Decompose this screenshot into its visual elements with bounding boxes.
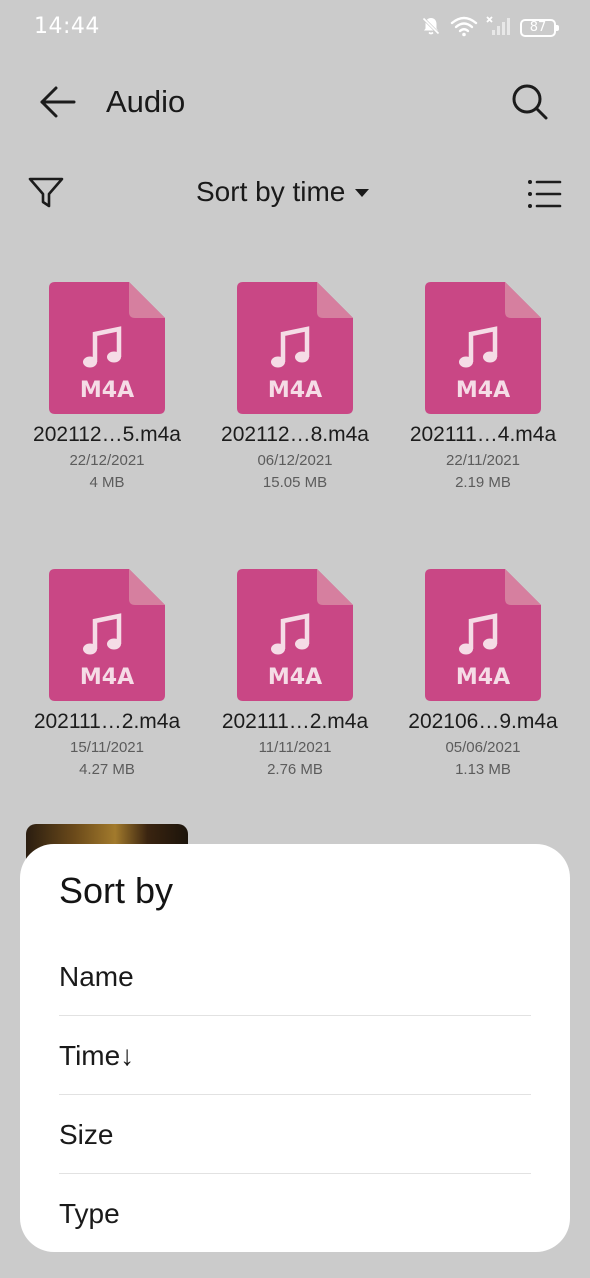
- sort-option-label: Time↓: [59, 1039, 135, 1071]
- file-size: 4.27 MB: [79, 761, 135, 778]
- m4a-file-icon: M4A: [237, 282, 353, 414]
- app-bar: Audio: [0, 70, 590, 134]
- sort-option-time[interactable]: Time↓: [59, 1016, 531, 1095]
- m4a-file-icon: M4A: [49, 282, 165, 414]
- caret-down-icon: [355, 189, 370, 197]
- back-button[interactable]: [36, 80, 80, 124]
- page-title: Audio: [106, 84, 186, 119]
- arrow-left-icon: [40, 86, 76, 118]
- file-date: 11/11/2021: [258, 739, 332, 756]
- file-name: 202111…4.m4a: [409, 423, 557, 446]
- sort-option-size[interactable]: Size: [59, 1095, 531, 1174]
- filter-button[interactable]: [26, 172, 66, 212]
- file-name: 202112…8.m4a: [221, 423, 369, 446]
- status-icons: 87: [420, 15, 559, 42]
- wifi-icon: [450, 15, 478, 42]
- file-name: 202111…2.m4a: [33, 710, 181, 733]
- funnel-icon: [28, 177, 64, 208]
- m4a-file-icon: M4A: [425, 282, 541, 414]
- sort-option-label: Size: [59, 1118, 114, 1150]
- file-tile[interactable]: M4A 202112…5.m4a 22/12/2021 4 MB: [13, 282, 201, 491]
- file-tile[interactable]: M4A 202112…8.m4a 06/12/2021 15.05 MB: [201, 282, 389, 491]
- file-badge: M4A: [268, 378, 322, 403]
- search-icon: [512, 84, 548, 120]
- toolbar: Sort by time: [0, 166, 590, 222]
- sort-option-type[interactable]: Type: [59, 1174, 531, 1253]
- search-button[interactable]: [508, 80, 552, 124]
- file-badge: M4A: [456, 378, 510, 403]
- file-badge: M4A: [268, 665, 322, 690]
- m4a-file-icon: M4A: [237, 569, 353, 701]
- file-date: 05/06/2021: [445, 739, 521, 756]
- m4a-file-icon: M4A: [49, 569, 165, 701]
- file-size: 2.76 MB: [267, 761, 323, 778]
- cellular-no-signal-icon: [486, 15, 512, 42]
- m4a-file-icon: M4A: [425, 569, 541, 701]
- sheet-title: Sort by: [59, 870, 174, 911]
- sort-option-label: Name: [59, 960, 134, 992]
- sort-dropdown[interactable]: Sort by time: [196, 176, 370, 208]
- file-tile[interactable]: M4A 202106…9.m4a 05/06/2021 1.13 MB: [389, 569, 577, 778]
- sort-label: Sort by time: [196, 176, 346, 207]
- list-view-icon: [528, 180, 562, 208]
- file-name: 202111…2.m4a: [221, 710, 369, 733]
- file-tile[interactable]: M4A 202111…2.m4a 15/11/2021 4.27 MB: [13, 569, 201, 778]
- file-tile[interactable]: M4A 202111…4.m4a 22/11/2021 2.19 MB: [389, 282, 577, 491]
- file-date: 22/11/2021: [446, 452, 520, 469]
- file-date: 06/12/2021: [257, 452, 333, 469]
- battery-icon: 87: [520, 19, 559, 37]
- file-size: 1.13 MB: [455, 761, 511, 778]
- list-view-button[interactable]: [524, 174, 564, 214]
- sort-sheet: Sort by Name Time↓ Size Type: [20, 844, 570, 1252]
- file-size: 15.05 MB: [262, 474, 328, 491]
- file-name: 202106…9.m4a: [408, 710, 558, 733]
- status-bar: 14:44 87: [0, 0, 590, 56]
- status-time: 14:44: [34, 14, 100, 39]
- sort-option-label: Type: [59, 1197, 120, 1229]
- file-date: 22/12/2021: [69, 452, 145, 469]
- file-badge: M4A: [456, 665, 510, 690]
- bell-muted-icon: [420, 15, 442, 42]
- file-tile[interactable]: M4A 202111…2.m4a 11/11/2021 2.76 MB: [201, 569, 389, 778]
- file-badge: M4A: [80, 378, 134, 403]
- file-size: 4 MB: [89, 474, 125, 491]
- file-name: 202112…5.m4a: [33, 423, 181, 446]
- sort-option-name[interactable]: Name: [59, 937, 531, 1016]
- file-badge: M4A: [80, 665, 134, 690]
- file-size: 2.19 MB: [455, 474, 511, 491]
- file-date: 15/11/2021: [70, 739, 144, 756]
